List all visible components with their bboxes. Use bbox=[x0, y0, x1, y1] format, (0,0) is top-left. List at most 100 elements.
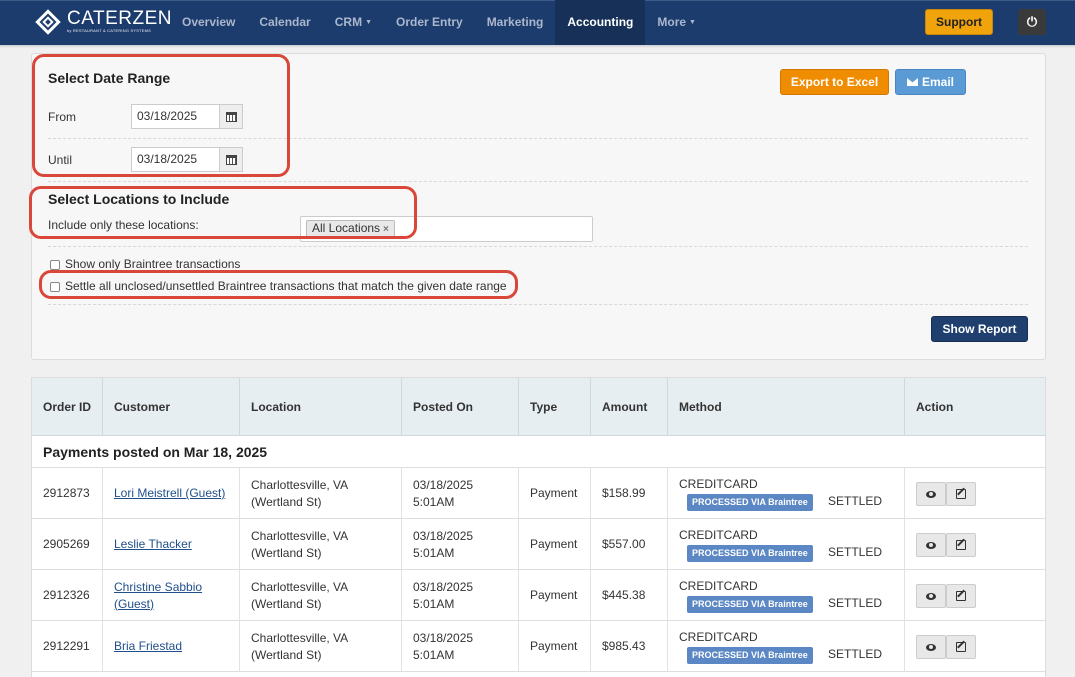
action-cell bbox=[905, 519, 1045, 570]
method-cell: CREDITCARD PROCESSED VIA Braintree SETTL… bbox=[668, 468, 905, 519]
view-button[interactable] bbox=[916, 533, 946, 557]
show-report-button[interactable]: Show Report bbox=[931, 316, 1028, 342]
braintree-only-label[interactable]: Show only Braintree transactions bbox=[65, 257, 240, 271]
location-cell: Charlottesville, VA (Wertland St) bbox=[240, 468, 402, 519]
method-cell: CREDITCARD PROCESSED VIA Braintree SETTL… bbox=[668, 570, 905, 621]
order-id: 2905269 bbox=[32, 519, 103, 570]
nav-calendar[interactable]: Calendar bbox=[247, 0, 322, 45]
edit-button[interactable] bbox=[946, 482, 976, 506]
type-cell: Payment bbox=[519, 468, 591, 519]
action-cell bbox=[905, 570, 1045, 621]
caret-down-icon: ▼ bbox=[689, 19, 696, 26]
customer-cell: Bria Friestad bbox=[103, 621, 240, 672]
col-order-id: Order ID bbox=[32, 378, 103, 436]
processor-badge: PROCESSED VIA Braintree bbox=[687, 494, 813, 511]
method-name: CREDITCARD bbox=[679, 528, 758, 542]
view-button[interactable] bbox=[916, 482, 946, 506]
method-name: CREDITCARD bbox=[679, 579, 758, 593]
table-row: 2912326 Christine Sabbio (Guest) Charlot… bbox=[32, 570, 1045, 621]
location-cell: Charlottesville, VA (Wertland St) bbox=[240, 519, 402, 570]
table-header: Order ID Customer Location Posted On Typ… bbox=[32, 378, 1045, 436]
customer-cell: Leslie Thacker bbox=[103, 519, 240, 570]
edit-button[interactable] bbox=[946, 635, 976, 659]
method-cell: CREDITCARD PROCESSED VIA Braintree SETTL… bbox=[668, 621, 905, 672]
divider bbox=[48, 181, 1028, 182]
customer-cell: Lori Meistrell (Guest) bbox=[103, 468, 240, 519]
col-action: Action bbox=[916, 399, 954, 414]
col-method: Method bbox=[668, 378, 905, 436]
nav-marketing[interactable]: Marketing bbox=[475, 0, 556, 45]
top-navbar: CATERZEN by RESTAURANT & CATERING SYSTEM… bbox=[0, 0, 1075, 45]
order-id: 2912326 bbox=[32, 570, 103, 621]
customer-link[interactable]: Bria Friestad bbox=[114, 638, 182, 655]
col-type: Type bbox=[519, 378, 591, 436]
col-posted-on: Posted On bbox=[402, 378, 519, 436]
nav-more[interactable]: More ▼ bbox=[645, 0, 708, 45]
amount-cell: $445.38 bbox=[591, 570, 668, 621]
edit-icon bbox=[956, 642, 966, 652]
col-location: Location bbox=[240, 378, 402, 436]
highlight-settle bbox=[39, 270, 518, 299]
col-amount: Amount bbox=[591, 378, 668, 436]
posted-cell: 03/18/2025 5:01AM bbox=[402, 519, 519, 570]
edit-button[interactable] bbox=[946, 584, 976, 608]
processor-badge: PROCESSED VIA Braintree bbox=[687, 647, 813, 664]
eye-icon bbox=[926, 541, 936, 549]
highlight-date-range bbox=[32, 54, 290, 177]
envelope-icon bbox=[906, 78, 918, 86]
customer-link[interactable]: Christine Sabbio (Guest) bbox=[114, 579, 239, 613]
status-badge: SETTLED bbox=[828, 647, 883, 661]
nav-crm[interactable]: CRM ▼ bbox=[323, 0, 384, 45]
status-badge: SETTLED bbox=[828, 494, 883, 508]
brand-tagline: by RESTAURANT & CATERING SYSTEMS bbox=[67, 28, 151, 33]
location-cell: Charlottesville, VA (Wertland St) bbox=[240, 570, 402, 621]
processor-badge: PROCESSED VIA Braintree bbox=[687, 596, 813, 613]
status-badge: SETTLED bbox=[828, 545, 883, 559]
customer-link[interactable]: Lori Meistrell (Guest) bbox=[114, 485, 225, 502]
table-row: 2905269 Leslie Thacker Charlottesville, … bbox=[32, 519, 1045, 570]
type-cell: Payment bbox=[519, 519, 591, 570]
method-name: CREDITCARD bbox=[679, 630, 758, 644]
col-customer: Customer bbox=[103, 378, 240, 436]
amount-cell: $158.99 bbox=[591, 468, 668, 519]
type-cell: Payment bbox=[519, 570, 591, 621]
type-cell: Payment bbox=[519, 621, 591, 672]
location-cell: Charlottesville, VA (Wertland St) bbox=[240, 621, 402, 672]
nav-order-entry[interactable]: Order Entry bbox=[384, 0, 475, 45]
nav-overview[interactable]: Overview bbox=[170, 0, 247, 45]
braintree-only-checkbox[interactable] bbox=[50, 260, 60, 270]
customer-cell: Christine Sabbio (Guest) bbox=[103, 570, 240, 621]
view-button[interactable] bbox=[916, 635, 946, 659]
main-nav: Overview Calendar CRM ▼ Order Entry Marke… bbox=[170, 0, 708, 45]
diamond-logo-icon bbox=[35, 9, 61, 35]
amount-cell: $557.00 bbox=[591, 519, 668, 570]
method-name: CREDITCARD bbox=[679, 477, 758, 491]
eye-icon bbox=[926, 592, 936, 600]
posted-cell: 03/18/2025 5:01AM bbox=[402, 570, 519, 621]
order-id: 2912291 bbox=[32, 621, 103, 672]
email-button[interactable]: Email bbox=[895, 69, 966, 95]
view-button[interactable] bbox=[916, 584, 946, 608]
customer-link[interactable]: Leslie Thacker bbox=[114, 536, 192, 553]
brand-logo[interactable]: CATERZEN by RESTAURANT & CATERING SYSTEM… bbox=[35, 9, 172, 35]
edit-button[interactable] bbox=[946, 533, 976, 557]
eye-icon bbox=[926, 490, 936, 498]
edit-icon bbox=[956, 489, 966, 499]
action-cell bbox=[905, 468, 1045, 519]
table-row: 2912291 Bria Friestad Charlottesville, V… bbox=[32, 621, 1045, 672]
order-id: 2912873 bbox=[32, 468, 103, 519]
support-button[interactable]: Support bbox=[925, 9, 993, 35]
export-excel-button[interactable]: Export to Excel bbox=[780, 69, 889, 95]
posted-cell: 03/18/2025 5:01AM bbox=[402, 468, 519, 519]
nav-accounting[interactable]: Accounting bbox=[555, 0, 646, 45]
status-badge: SETTLED bbox=[828, 596, 883, 610]
eye-icon bbox=[926, 643, 936, 651]
power-icon[interactable]: ⏻ bbox=[1018, 9, 1046, 35]
processor-badge: PROCESSED VIA Braintree bbox=[687, 545, 813, 562]
navbar-shadow bbox=[0, 45, 1075, 48]
action-cell bbox=[905, 621, 1045, 672]
divider bbox=[48, 246, 1028, 247]
payments-table: Order ID Customer Location Posted On Typ… bbox=[31, 377, 1046, 677]
table-row: 2912873 Lori Meistrell (Guest) Charlotte… bbox=[32, 468, 1045, 519]
amount-cell: $985.43 bbox=[591, 621, 668, 672]
